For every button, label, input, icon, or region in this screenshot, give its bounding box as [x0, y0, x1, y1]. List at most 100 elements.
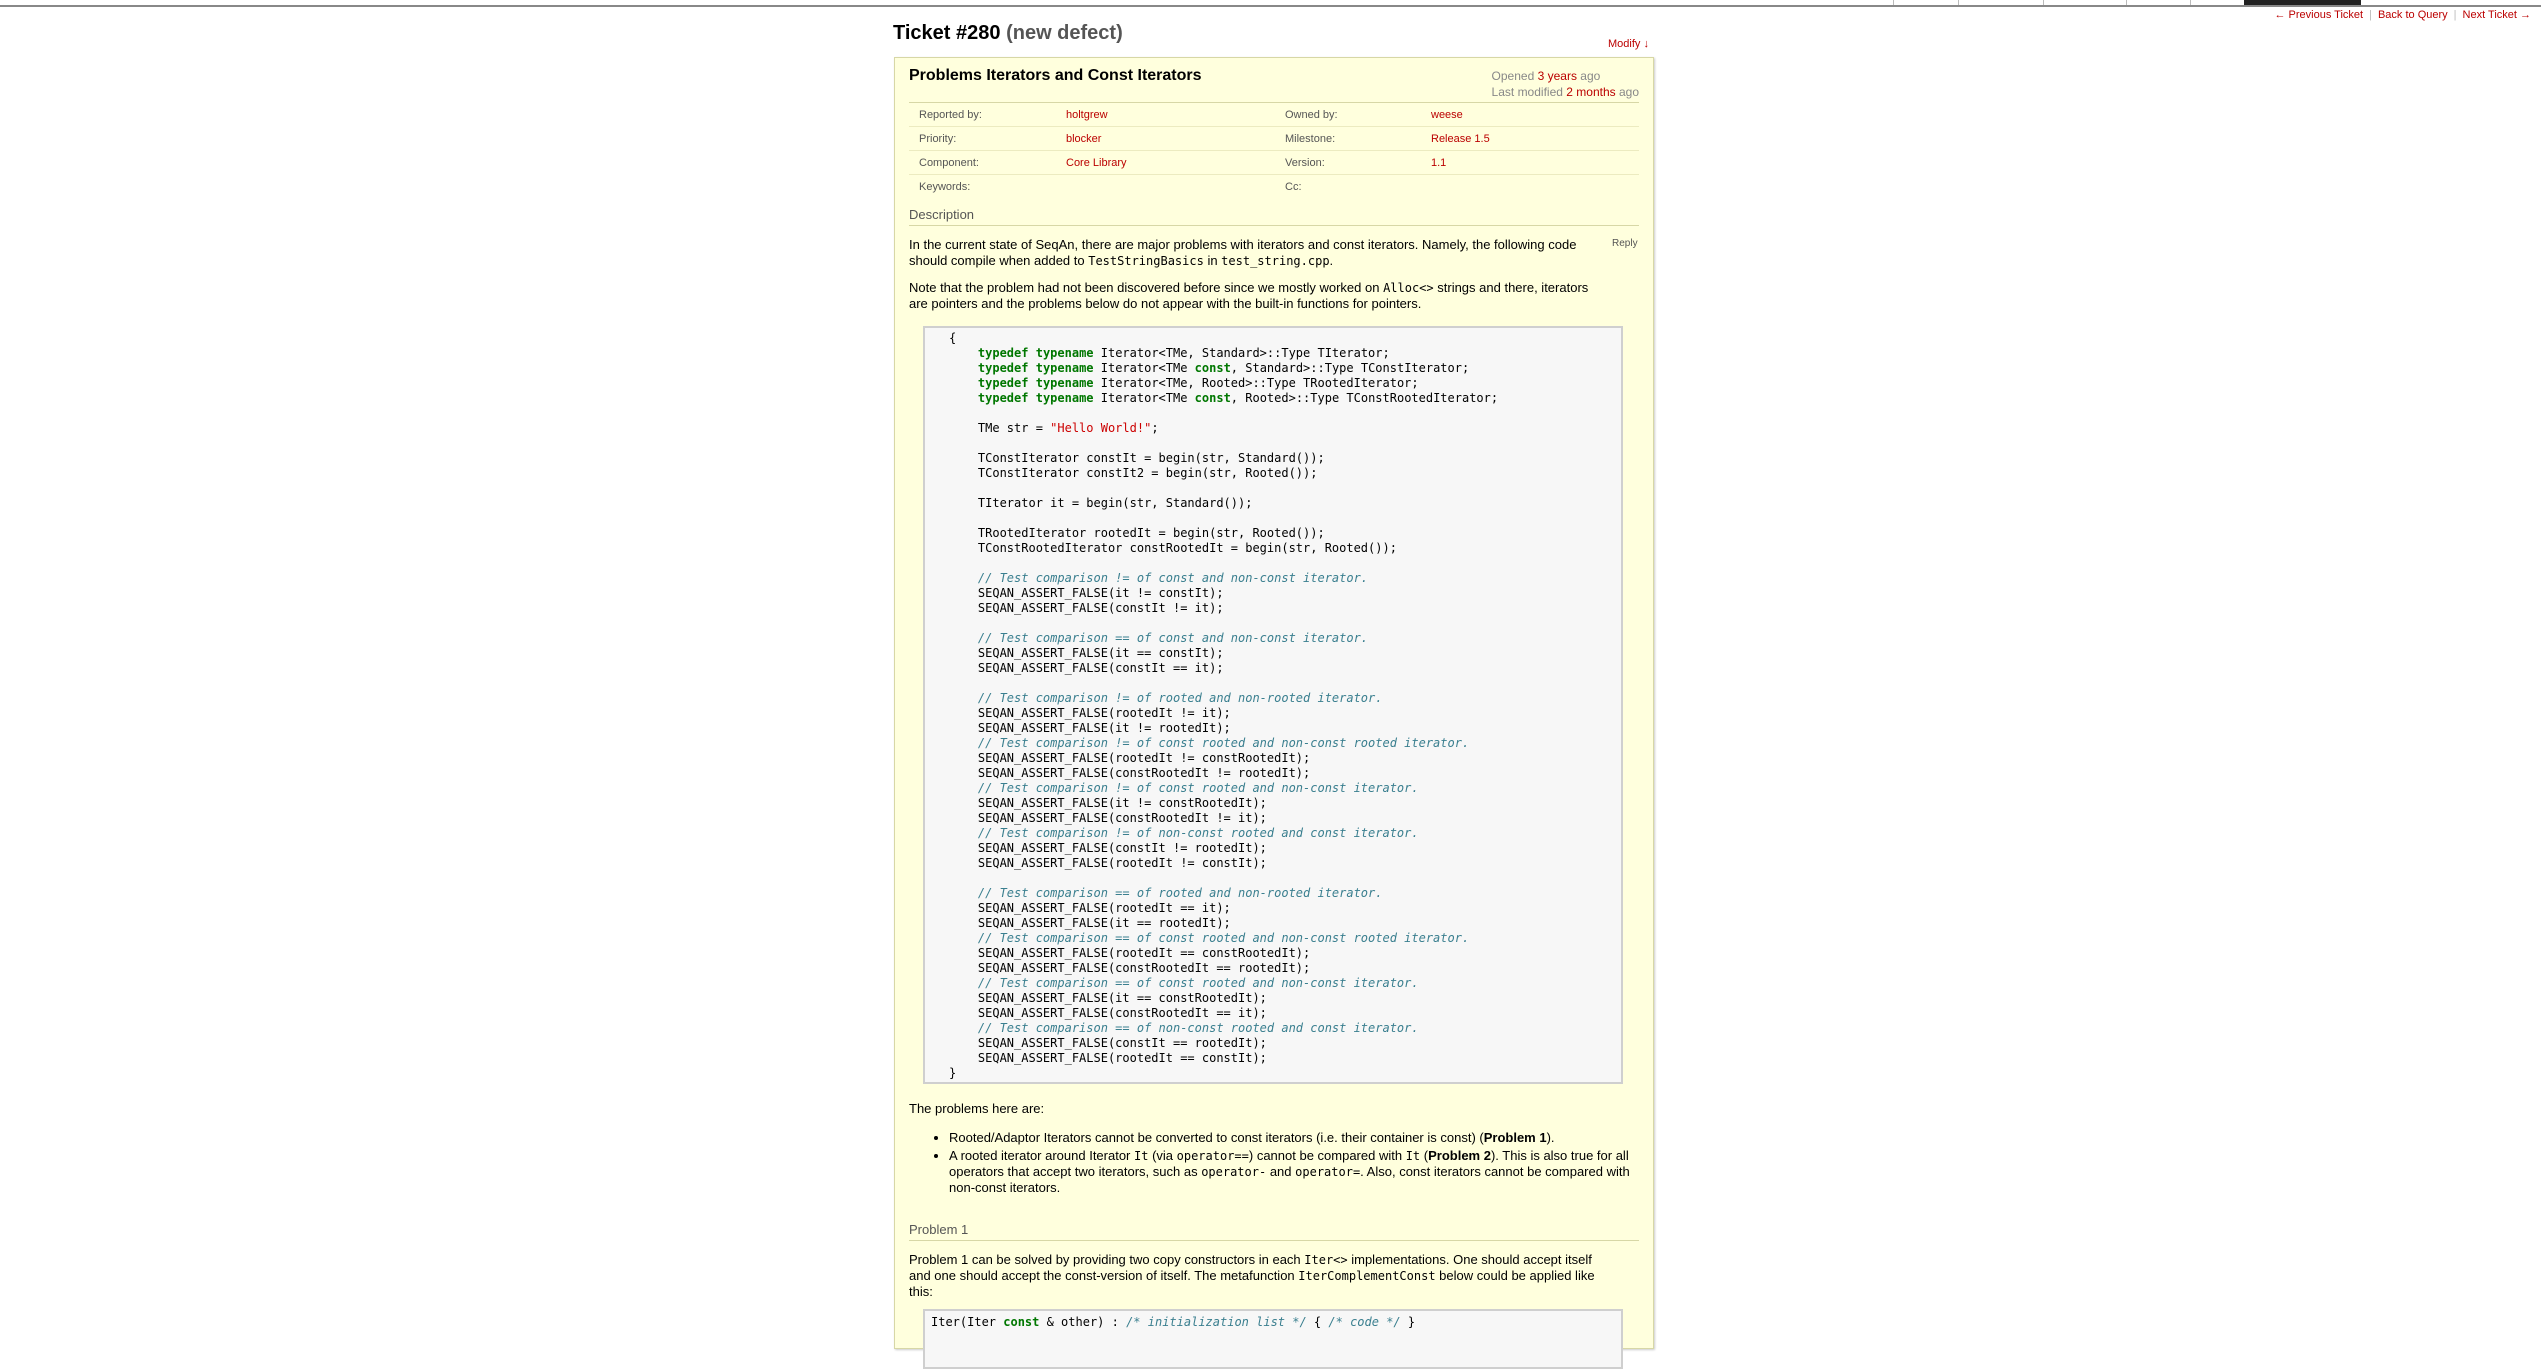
code-line: SEQAN_ASSERT_FALSE(constIt != it);	[949, 601, 1498, 616]
code-line: SEQAN_ASSERT_FALSE(it != constRootedIt);	[949, 796, 1498, 811]
page-title: Ticket #280 (new defect)	[893, 22, 1123, 45]
owned-by-link[interactable]: weese	[1431, 109, 1463, 121]
problems-list: Rooted/Adaptor Iterators cannot be conve…	[935, 1130, 1649, 1198]
code-text: SEQAN_ASSERT_FALSE(constRootedIt == it);	[977, 1006, 1267, 1020]
code-block: { typedef typename Iterator<TMe, Standar…	[923, 326, 1623, 1084]
code-comment: // Test comparison != of const rooted an…	[977, 781, 1419, 795]
owned-by-label: Owned by:	[1285, 109, 1338, 121]
code-line: SEQAN_ASSERT_FALSE(constIt == it);	[949, 661, 1498, 676]
milestone-label: Milestone:	[1285, 133, 1336, 145]
next-ticket-link[interactable]: Next Ticket →	[2463, 9, 2531, 21]
code-line: }	[949, 1066, 1498, 1081]
opened-ago-link[interactable]: 3 years	[1538, 69, 1577, 83]
code-text: ;	[1151, 421, 1159, 435]
code-text: , Standard>::Type TConstIterator;	[1230, 361, 1470, 375]
reply-link[interactable]: Reply	[1612, 238, 1638, 249]
code-listing-2: Iter(Iter const & other) : /* initializa…	[931, 1315, 1415, 1330]
code-text: SEQAN_ASSERT_FALSE(constIt == it);	[977, 661, 1224, 675]
code-block-2: Iter(Iter const & other) : /* initializa…	[923, 1309, 1623, 1369]
code-line: TIterator it = begin(str, Standard());	[949, 496, 1498, 511]
code-text: SEQAN_ASSERT_FALSE(constRootedIt != root…	[977, 766, 1311, 780]
text-span: ).	[1546, 1130, 1555, 1145]
code-text: Iterator<TMe	[1093, 391, 1195, 405]
code-keyword: const	[1194, 361, 1231, 375]
code-line: // Test comparison == of const rooted an…	[949, 931, 1498, 946]
ticket-summary: Problems Iterators and Const Iterators	[909, 67, 1202, 84]
code-keyword: typedef	[977, 391, 1029, 405]
problems-intro: The problems here are:	[909, 1101, 1045, 1116]
code-line: // Test comparison != of non-const roote…	[949, 826, 1498, 841]
inline-code: operator=	[1295, 1165, 1361, 1179]
code-text: SEQAN_ASSERT_FALSE(it == constIt);	[977, 646, 1224, 660]
context-navigation: ← Previous Ticket | Back to Query | Next Tic…	[2274, 9, 2531, 21]
ticket-id: Ticket #280	[893, 22, 1001, 44]
top-menu-divider	[2043, 0, 2044, 5]
version-link[interactable]: 1.1	[1431, 157, 1446, 169]
code-line: SEQAN_ASSERT_FALSE(constRootedIt == it);	[949, 1006, 1498, 1021]
back-to-query-link[interactable]: Back to Query	[2378, 9, 2448, 21]
opened-suffix: ago	[1580, 69, 1601, 83]
property-row: Keywords: Cc:	[909, 175, 1639, 198]
top-menu-bar	[0, 0, 2541, 7]
modified-prefix: Last modified	[1491, 85, 1563, 99]
code-line: SEQAN_ASSERT_FALSE(constRootedIt != root…	[949, 766, 1498, 781]
code-text: }	[1400, 1315, 1416, 1329]
code-line: SEQAN_ASSERT_FALSE(constRootedIt == root…	[949, 961, 1498, 976]
milestone-link[interactable]: Release 1.5	[1431, 133, 1490, 145]
code-comment: // Test comparison == of non-const roote…	[977, 1021, 1419, 1035]
top-menu-divider	[1893, 0, 1894, 5]
code-text: SEQAN_ASSERT_FALSE(constIt != rootedIt);	[977, 841, 1267, 855]
problem-1-heading: Problem 1	[909, 1222, 1639, 1241]
modified-ago-link[interactable]: 2 months	[1566, 85, 1615, 99]
code-string: "Hello World!"	[1050, 421, 1152, 435]
property-row: Component: Core Library Version: 1.1	[909, 151, 1639, 175]
text-span: ) cannot be compared with	[1248, 1148, 1406, 1163]
active-menu-tab[interactable]	[2244, 0, 2361, 5]
previous-ticket-link[interactable]: ← Previous Ticket	[2274, 9, 2363, 21]
top-menu-divider	[1958, 0, 1959, 5]
description-paragraph-1: In the current state of SeqAn, there are…	[909, 237, 1609, 269]
code-comment: // Test comparison != of const and non-c…	[977, 571, 1369, 585]
ticket-status: (new defect)	[1006, 22, 1123, 44]
code-text: SEQAN_ASSERT_FALSE(constRootedIt == root…	[977, 961, 1311, 975]
code-text: SEQAN_ASSERT_FALSE(it != constRootedIt);	[977, 796, 1267, 810]
code-line: {	[949, 331, 1498, 346]
component-link[interactable]: Core Library	[1066, 157, 1127, 169]
text-span: Rooted/Adaptor Iterators cannot be conve…	[949, 1130, 1484, 1145]
code-line: typedef typename Iterator<TMe, Rooted>::…	[949, 376, 1498, 391]
code-comment: // Test comparison == of const rooted an…	[977, 976, 1419, 990]
code-text: TConstIterator constIt = begin(str, Stan…	[977, 451, 1325, 465]
code-text: TMe str =	[977, 421, 1051, 435]
list-item: A rooted iterator around Iterator It (vi…	[949, 1148, 1649, 1196]
code-line: SEQAN_ASSERT_FALSE(rootedIt == constIt);	[949, 1051, 1498, 1066]
code-comment: // Test comparison == of rooted and non-…	[977, 886, 1383, 900]
code-line: TMe str = "Hello World!";	[949, 421, 1498, 436]
code-line: SEQAN_ASSERT_FALSE(it != constIt);	[949, 586, 1498, 601]
code-keyword: typedef	[977, 361, 1029, 375]
inline-code: operator-	[1201, 1165, 1267, 1179]
code-line: // Test comparison == of const and non-c…	[949, 631, 1498, 646]
code-line: SEQAN_ASSERT_FALSE(constIt != rootedIt);	[949, 841, 1498, 856]
component-label: Component:	[919, 157, 979, 169]
code-comment: // Test comparison != of non-const roote…	[977, 826, 1419, 840]
text-span: Problem 1 can be solved by providing two…	[909, 1252, 1305, 1267]
reported-by-label: Reported by:	[919, 109, 982, 121]
reported-by-link[interactable]: holtgrew	[1066, 109, 1108, 121]
text-span: (via	[1148, 1148, 1177, 1163]
top-menu-divider	[2126, 0, 2127, 5]
code-line: // Test comparison == of const rooted an…	[949, 976, 1498, 991]
code-text: Iterator<TMe, Rooted>::Type TRootedItera…	[1093, 376, 1419, 390]
code-line: TRootedIterator rootedIt = begin(str, Ro…	[949, 526, 1498, 541]
modify-link[interactable]: Modify ↓	[1608, 38, 1649, 50]
priority-link[interactable]: blocker	[1066, 133, 1101, 145]
code-text: SEQAN_ASSERT_FALSE(it != constIt);	[977, 586, 1224, 600]
text-span: and	[1266, 1164, 1296, 1179]
code-line: typedef typename Iterator<TMe, Standard>…	[949, 346, 1498, 361]
code-line: SEQAN_ASSERT_FALSE(rootedIt != constRoot…	[949, 751, 1498, 766]
code-text: Iterator<TMe, Standard>::Type TIterator;	[1093, 346, 1390, 360]
opened-prefix: Opened	[1491, 69, 1535, 83]
